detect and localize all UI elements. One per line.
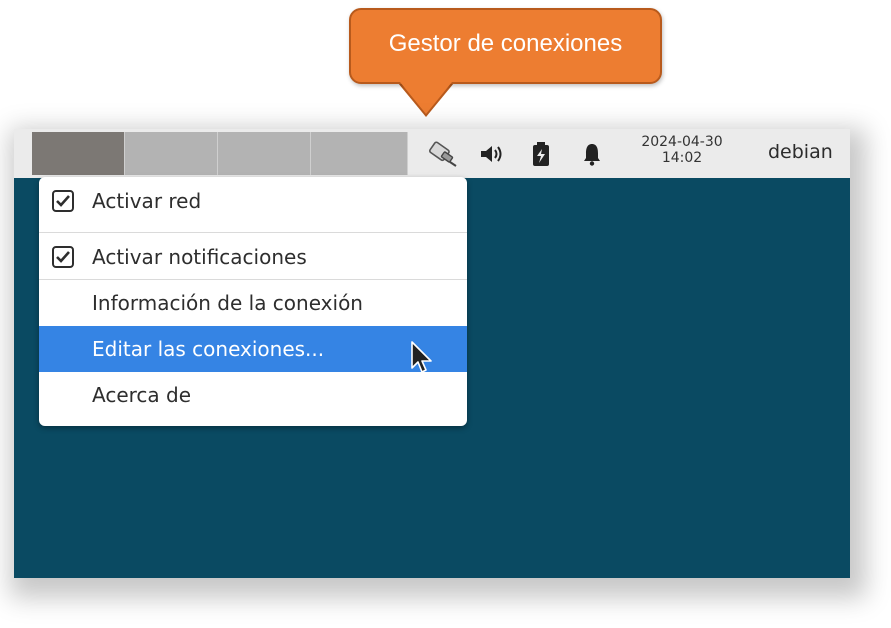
user-menu[interactable]: debian (768, 141, 833, 163)
workspace-2[interactable] (125, 132, 218, 175)
clock[interactable]: 2024-04-30 14:02 (630, 134, 734, 166)
clock-time: 14:02 (661, 150, 703, 166)
panel-left-edge (14, 129, 32, 178)
workspace-3[interactable] (218, 132, 311, 175)
menu-item-label: Activar notificaciones (92, 245, 307, 269)
callout-tail (400, 82, 452, 114)
volume-icon[interactable] (476, 139, 506, 169)
mouse-cursor-icon (411, 341, 432, 373)
context-menu: Activar red Activar notificaciones Infor… (39, 177, 467, 426)
callout-text: Gestor de conexiones (388, 30, 623, 57)
menu-item-label: Acerca de (92, 383, 192, 407)
checkbox-checked-icon[interactable] (52, 190, 74, 212)
network-manager-icon[interactable] (428, 139, 458, 169)
workspace-4[interactable] (311, 132, 408, 175)
menu-separator (39, 232, 467, 233)
menu-item-acerca-de[interactable]: Acerca de (39, 372, 467, 418)
menu-item-activar-red[interactable]: Activar red (39, 178, 467, 224)
top-panel: 2024-04-30 14:02 debian (14, 129, 850, 178)
callout-bubble: Gestor de conexiones (349, 8, 662, 84)
menu-item-informacion-conexion[interactable]: Información de la conexión (39, 280, 467, 326)
clock-date: 2024-04-30 (641, 134, 723, 150)
bell-icon[interactable] (577, 139, 607, 169)
checkbox-checked-icon[interactable] (52, 246, 74, 268)
workspace-1[interactable] (32, 132, 125, 175)
menu-item-label: Editar las conexiones... (92, 337, 325, 361)
battery-icon[interactable] (526, 139, 556, 169)
menu-item-activar-notificaciones[interactable]: Activar notificaciones (39, 234, 467, 280)
menu-item-label: Activar red (92, 189, 202, 213)
menu-item-editar-conexiones[interactable]: Editar las conexiones... (39, 326, 467, 372)
menu-item-label: Información de la conexión (92, 291, 363, 315)
